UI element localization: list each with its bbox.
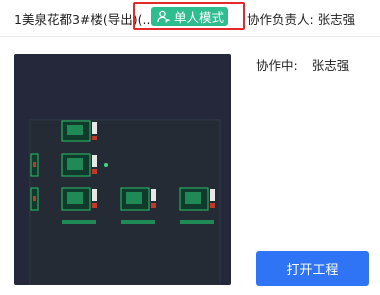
mode-label: 单人模式: [174, 10, 225, 25]
header-bar: 1美泉花都3#楼(导出)(.. 单人模式 协作负责人: 张志强: [0, 0, 380, 36]
project-title[interactable]: 1美泉花都3#楼(导出)(..: [14, 9, 150, 28]
single-mode-badge[interactable]: 单人模式: [151, 7, 228, 26]
project-thumbnail[interactable]: [14, 54, 231, 285]
collab-status: 协作中: 张志强: [256, 55, 349, 74]
open-project-button[interactable]: 打开工程: [256, 251, 369, 286]
person-icon: [157, 10, 170, 23]
collab-label: 协作中:: [256, 58, 298, 73]
header-divider: [0, 36, 380, 37]
collab-user: 张志强: [311, 58, 350, 73]
collab-owner: 协作负责人: 张志强: [247, 12, 356, 27]
floorplan-drawing: [29, 119, 221, 285]
